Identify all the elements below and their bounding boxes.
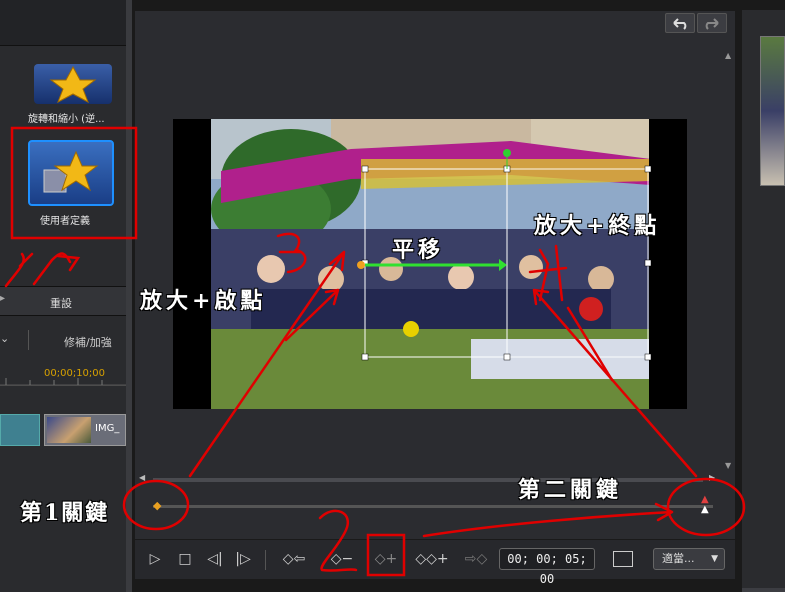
- annotation-first-key: 第1關鍵: [20, 500, 110, 526]
- timecode-display[interactable]: 00; 00; 05; 00: [499, 548, 595, 586]
- preview-stage[interactable]: [173, 119, 687, 409]
- play-button[interactable]: ▷: [145, 546, 165, 572]
- timeline-ruler[interactable]: 00;00;10;00: [0, 364, 126, 386]
- playhead-marker-icon[interactable]: ▲ ▲: [701, 495, 709, 515]
- scroll-right-icon[interactable]: ▶: [709, 473, 715, 482]
- stop-button[interactable]: □: [175, 546, 195, 572]
- scroll-up-icon[interactable]: ▲: [725, 51, 731, 60]
- safe-zone-icon[interactable]: [613, 551, 633, 567]
- duplicate-keyframe-button[interactable]: ◇◇+: [415, 546, 449, 572]
- effect-custom[interactable]: 使用者定義: [26, 138, 118, 230]
- clip-label: IMG_: [95, 423, 120, 434]
- motion-path-overlay[interactable]: [173, 119, 687, 409]
- scroll-down-icon[interactable]: ▼: [725, 461, 731, 470]
- keyframe-1-icon[interactable]: ◆: [153, 499, 161, 512]
- annotation-second-key: 第二關鍵: [518, 477, 623, 503]
- effect-rotate-zoom[interactable]: 旋轉和縮小 (逆...: [0, 60, 126, 126]
- effect-thumbnail: [34, 64, 112, 104]
- tools-row: ⌄ 修補/加強: [0, 326, 126, 356]
- divider: [265, 550, 266, 570]
- panel-splitter[interactable]: [126, 0, 132, 592]
- panel-header: [0, 0, 126, 46]
- custom-star-icon: [43, 150, 99, 193]
- video-track: IMG_: [0, 412, 126, 448]
- redo-icon: [705, 18, 719, 30]
- fit-label: 適當...: [662, 552, 695, 565]
- effect-label: 旋轉和縮小 (逆...: [28, 114, 105, 125]
- next-keyframe-button[interactable]: ⇨◇: [459, 546, 493, 572]
- ruler-timecode: 00;00;10;00: [44, 368, 106, 379]
- reset-row: ▸ 重設: [0, 286, 126, 316]
- redo-button[interactable]: [697, 13, 727, 33]
- library-panel: [742, 10, 785, 592]
- zoom-fit-dropdown[interactable]: 適當... ▼: [653, 548, 725, 570]
- track-clip[interactable]: IMG_: [44, 414, 126, 446]
- keyframe-timeline[interactable]: ◆ ▲ ▲: [139, 495, 719, 515]
- effect-label: 使用者定義: [40, 216, 90, 227]
- remove-keyframe-button[interactable]: ◇−: [327, 546, 357, 572]
- next-frame-button[interactable]: |▷: [231, 546, 255, 572]
- reset-button[interactable]: 重設: [50, 295, 72, 311]
- editor-window: 旋轉和縮小 (逆... 使用者定義 ▸ 重設 ⌄ 修補/加強 00;00;10;…: [0, 0, 785, 592]
- repair-enhance-tab[interactable]: 修補/加強: [64, 334, 112, 350]
- expand-icon[interactable]: ▸: [0, 293, 10, 309]
- star-icon: [49, 65, 97, 104]
- annotation-zoom-end: 放大+終點: [534, 213, 661, 239]
- previous-frame-button[interactable]: ◁|: [203, 546, 227, 572]
- library-thumbnail[interactable]: [760, 36, 785, 186]
- panel-footer: [742, 588, 785, 592]
- add-keyframe-button[interactable]: ◇+: [371, 546, 401, 572]
- track-clip-prev[interactable]: [0, 414, 40, 446]
- annotation-zoom-start: 放大+啟點: [140, 288, 267, 314]
- vertical-scrollbar[interactable]: ▲ ▼: [723, 51, 733, 471]
- scroll-left-icon[interactable]: ◀: [139, 473, 145, 482]
- dropdown-arrow-icon: ▼: [711, 554, 718, 564]
- effect-thumbnail-selected: [28, 140, 114, 206]
- chevron-down-icon[interactable]: ⌄: [0, 332, 9, 345]
- annotation-pan: 平移: [392, 237, 445, 263]
- undo-button[interactable]: [665, 13, 695, 33]
- previous-keyframe-button[interactable]: ◇⇦: [277, 546, 311, 572]
- horizontal-scrollbar[interactable]: ◀ ▶: [139, 473, 719, 485]
- keyframe-track: [153, 505, 713, 508]
- divider: [28, 330, 29, 350]
- playback-controls: ▷ □ ◁| |▷ ◇⇦ ◇− ◇+ ◇◇+ ⇨◇ 00; 00; 05; 00…: [135, 539, 735, 586]
- undo-icon: [673, 18, 687, 30]
- clip-thumbnail: [47, 417, 91, 443]
